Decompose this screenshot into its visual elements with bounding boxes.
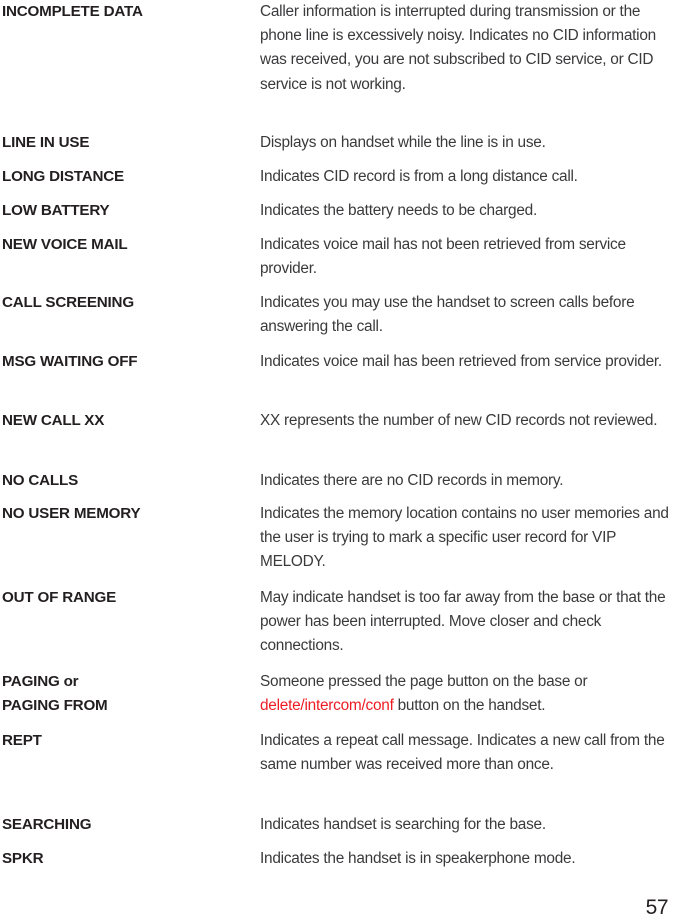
glossary-description: Indicates voice mail has not been retrie… [260, 236, 626, 278]
glossary-term: MSG WAITING OFF [2, 353, 138, 370]
description-text-before-accent: Someone pressed the page button on the b… [260, 673, 588, 690]
glossary-row: NO CALLS Indicates there are no CID recor… [0, 469, 674, 493]
glossary-term: REPT [2, 732, 42, 749]
page-number: 57 [645, 896, 669, 919]
glossary-description: Indicates the handset is in speakerphone… [260, 850, 576, 867]
glossary-row: NO USER MEMORY Indicates the memory locat… [0, 502, 674, 575]
glossary-row: SEARCHING Indicates handset is searching … [0, 813, 674, 837]
glossary-description: XX represents the number of new CID reco… [260, 412, 658, 429]
glossary-term: NEW VOICE MAIL [2, 236, 128, 253]
glossary-description: Someone pressed the page button on the b… [258, 670, 674, 718]
glossary-row: CALL SCREENING Indicates you may use the … [0, 291, 674, 339]
glossary-row: PAGING or PAGING FROM Someone pressed the… [0, 670, 674, 718]
glossary-term: NO CALLS [2, 472, 79, 489]
glossary-row: MSG WAITING OFF Indicates voice mail has … [0, 350, 674, 374]
glossary-row: OUT OF RANGE May indicate handset is too … [0, 586, 674, 659]
glossary-term: NEW CALL XX [2, 412, 105, 429]
glossary-row: LOW BATTERY Indicates the battery needs t… [0, 199, 674, 223]
glossary-description: Indicates voice mail has been retrieved … [260, 353, 662, 370]
glossary-row: SPKR Indicates the handset is in speakerp… [0, 847, 674, 871]
glossary-description: Indicates you may use the handset to scr… [260, 294, 635, 336]
description-text-after-accent: button on the handset. [393, 697, 546, 715]
glossary-description: Indicates CID record is from a long dist… [260, 168, 578, 185]
glossary-term: LOW BATTERY [2, 202, 110, 219]
glossary-row: NEW CALL XX XX represents the number of n… [0, 409, 674, 433]
glossary-term: OUT OF RANGE [2, 589, 117, 606]
glossary-term: LONG DISTANCE [2, 168, 124, 185]
glossary-description: Caller information is interrupted during… [260, 3, 656, 93]
glossary-term: CALL SCREENING [2, 294, 134, 311]
glossary-description: Indicates the battery needs to be charge… [260, 202, 537, 219]
glossary-term: SPKR [2, 850, 44, 867]
glossary-term: LINE IN USE [2, 134, 90, 151]
delete-intercom-conf-button-reference: delete/intercom/conf [260, 697, 394, 715]
glossary-term: SEARCHING [2, 816, 92, 833]
glossary-row: LINE IN USE Displays on handset while the… [0, 131, 674, 155]
glossary-description: May indicate handset is too far away fro… [260, 589, 666, 655]
glossary-description: Displays on handset while the line is in… [260, 134, 546, 151]
glossary-row: NEW VOICE MAIL Indicates voice mail has n… [0, 233, 674, 281]
glossary-description: Indicates the memory location contains n… [260, 505, 669, 571]
glossary-term: NO USER MEMORY [2, 505, 141, 522]
glossary-description: Indicates there are no CID records in me… [260, 472, 564, 489]
glossary-row: LONG DISTANCE Indicates CID record is fro… [0, 165, 674, 189]
glossary-row: REPT Indicates a repeat call message. Ind… [0, 729, 674, 777]
glossary-description: Indicates handset is searching for the b… [260, 816, 546, 833]
glossary-description: Indicates a repeat call message. Indicat… [260, 732, 665, 774]
glossary-term: PAGING or PAGING FROM [2, 673, 108, 715]
glossary-term: INCOMPLETE DATA [2, 3, 143, 20]
manual-page: INCOMPLETE DATA Caller information is int… [0, 0, 674, 923]
glossary-row: INCOMPLETE DATA Caller information is int… [0, 0, 674, 97]
